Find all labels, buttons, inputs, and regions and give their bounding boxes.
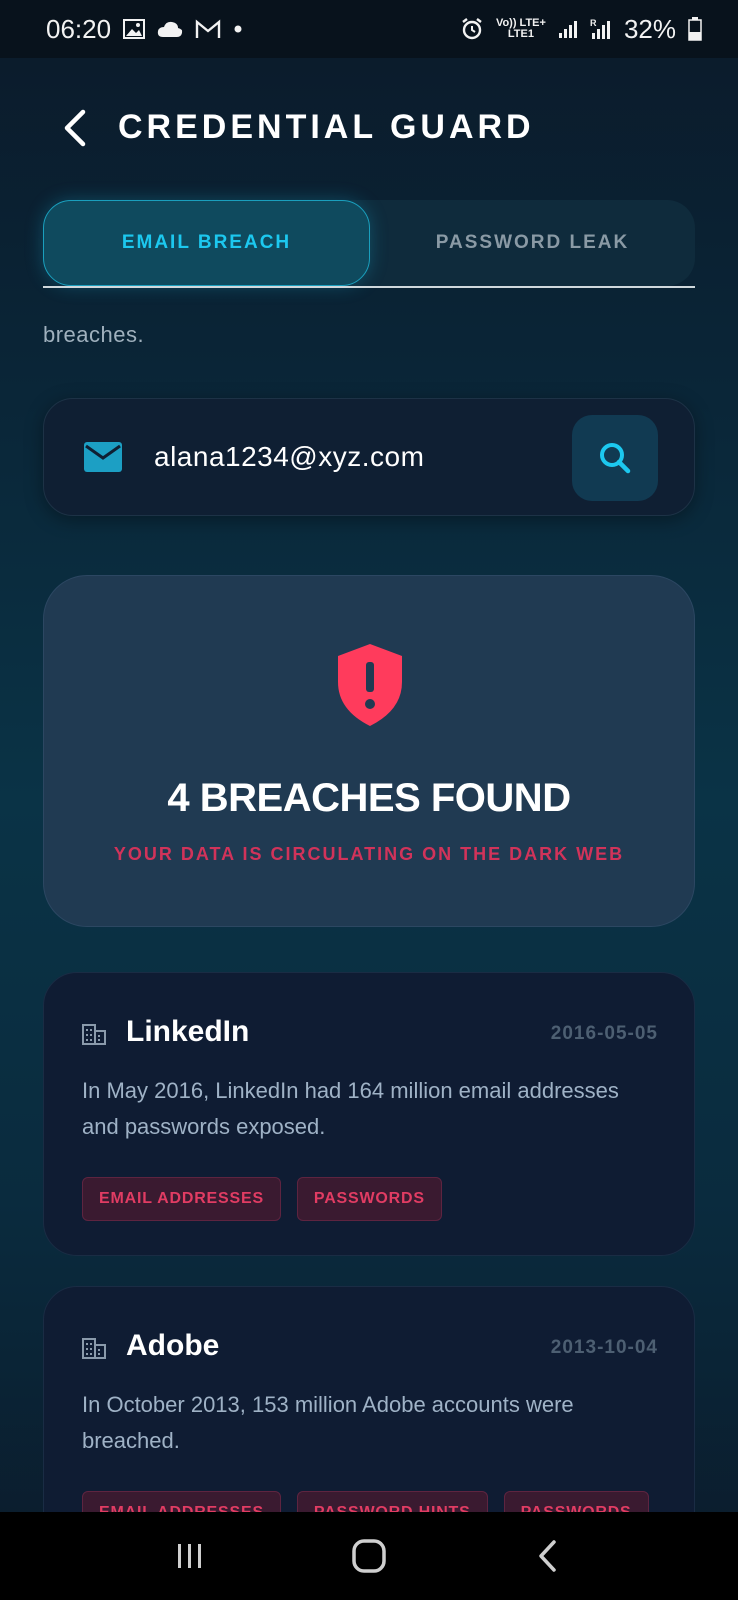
gmail-icon	[195, 19, 221, 39]
email-search-box	[43, 398, 695, 516]
breach-warning-subtitle: YOUR DATA IS CIRCULATING ON THE DARK WEB	[113, 844, 625, 864]
breach-count-title: 4 BREACHES FOUND	[167, 776, 571, 820]
tab-email-breach[interactable]: EMAIL BREACH	[43, 200, 370, 286]
breach-card-adobe[interactable]: Adobe 2013-10-04 In October 2013, 153 mi…	[43, 1286, 695, 1512]
home-icon	[352, 1539, 386, 1573]
breach-name: Adobe	[126, 1329, 220, 1362]
tab-bar: EMAIL BREACH PASSWORD LEAK	[43, 200, 695, 288]
back-button[interactable]	[54, 106, 94, 150]
system-back-button[interactable]	[518, 1526, 578, 1586]
breach-tags: EMAIL ADDRESSES PASSWORD HINTS PASSWORDS	[82, 1491, 649, 1512]
shield-alert-icon	[338, 644, 402, 726]
breach-date: 2016-05-05	[550, 1023, 658, 1044]
chevron-left-icon	[64, 109, 86, 147]
breach-result-card: 4 BREACHES FOUND YOUR DATA IS CIRCULATIN…	[43, 575, 695, 927]
status-bar: 06:20 Vo)) LTE+ LTE1 R 32%	[0, 0, 738, 58]
cloud-icon	[157, 20, 183, 38]
tag-passwords: PASSWORDS	[503, 1491, 649, 1512]
recent-apps-button[interactable]	[160, 1526, 220, 1586]
intro-text: breaches.	[43, 322, 145, 347]
tag-email-addresses: EMAIL ADDRESSES	[82, 1491, 281, 1512]
system-nav-bar	[0, 1512, 738, 1600]
breach-description: In October 2013, 153 million Adobe accou…	[82, 1392, 574, 1453]
tab-password-leak[interactable]: PASSWORD LEAK	[370, 200, 695, 286]
page-title: CREDENTIAL GUARD	[118, 108, 535, 146]
battery-percent: 32%	[623, 13, 676, 44]
breach-name: LinkedIn	[126, 1015, 250, 1048]
mail-icon	[84, 442, 122, 472]
breach-description: In May 2016, LinkedIn had 164 million em…	[82, 1078, 619, 1139]
alarm-icon	[460, 17, 484, 41]
search-button[interactable]	[572, 415, 658, 501]
tag-password-hints: PASSWORD HINTS	[296, 1491, 488, 1512]
email-input[interactable]	[154, 429, 544, 485]
search-icon	[600, 443, 631, 474]
building-icon	[82, 1338, 106, 1359]
signal-icon	[558, 19, 578, 39]
gallery-icon	[123, 19, 146, 39]
breach-card-linkedin[interactable]: LinkedIn 2016-05-05 In May 2016, LinkedI…	[43, 972, 695, 1256]
app-header: CREDENTIAL GUARD	[0, 58, 738, 198]
notification-dot-icon	[233, 24, 243, 34]
breach-tags: EMAIL ADDRESSES PASSWORDS	[82, 1177, 442, 1221]
svg-text:R: R	[590, 18, 597, 28]
tag-passwords: PASSWORDS	[296, 1177, 442, 1221]
tag-email-addresses: EMAIL ADDRESSES	[82, 1177, 281, 1221]
status-time: 06:20	[46, 13, 112, 44]
home-button[interactable]	[339, 1526, 399, 1586]
breach-list: LinkedIn 2016-05-05 In May 2016, LinkedI…	[43, 972, 695, 1512]
breach-date: 2013-10-04	[550, 1337, 658, 1358]
recents-icon	[177, 1544, 201, 1568]
back-arrow-icon	[539, 1540, 557, 1572]
network-type: Vo)) LTE+ LTE1	[495, 17, 546, 40]
battery-icon	[688, 17, 702, 41]
signal-roaming-icon: R	[590, 18, 612, 40]
building-icon	[82, 1024, 106, 1045]
